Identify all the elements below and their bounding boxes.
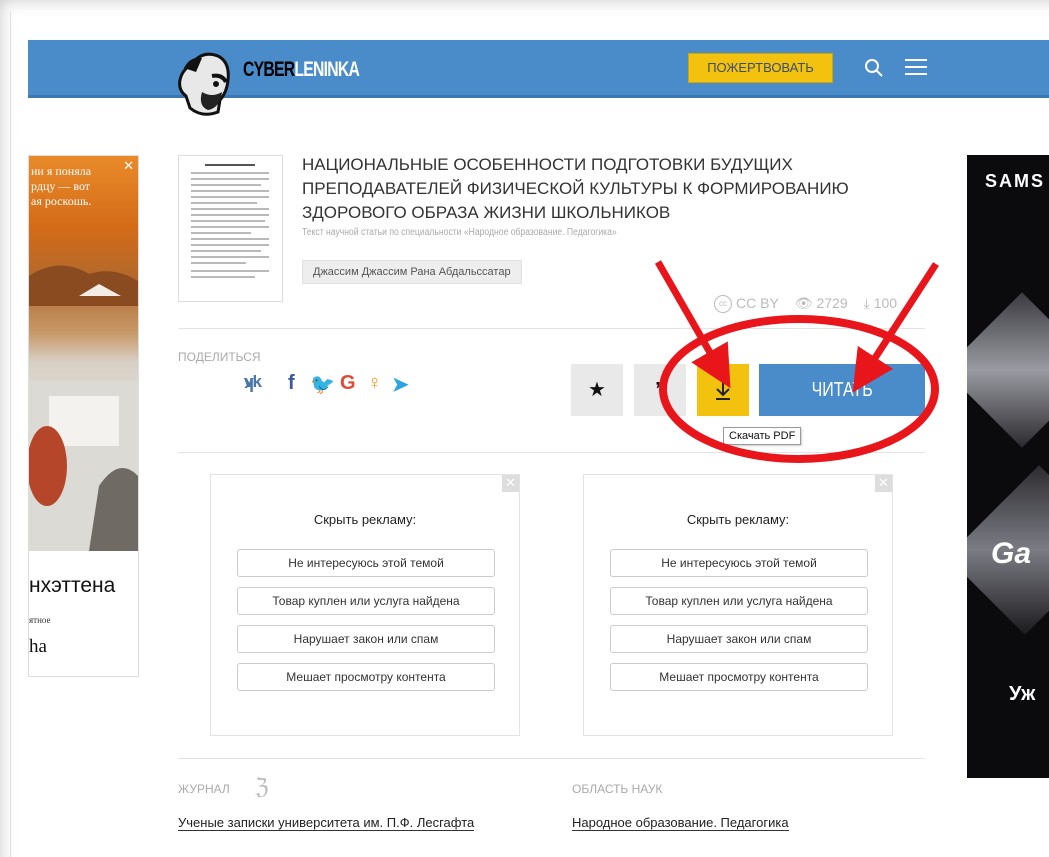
logo-part-leninka: LENINKA	[294, 58, 360, 81]
thumb-line	[191, 178, 269, 180]
odnoklassniki-icon[interactable]: ♀	[367, 372, 382, 395]
article-title: НАЦИОНАЛЬНЫЕ ОСОБЕННОСТИ ПОДГОТОВКИ БУДУ…	[302, 155, 849, 222]
download-count-icon: ⤓	[863, 295, 870, 311]
close-icon[interactable]: ✕	[502, 475, 519, 492]
arrow-to-read	[852, 262, 939, 393]
arrow-to-download	[654, 260, 731, 389]
donate-button[interactable]: ПОЖЕРТВОВАТЬ	[688, 53, 833, 83]
star-icon: ★	[588, 379, 606, 401]
ad-text-line: ии я поняла	[31, 164, 92, 178]
thumb-line	[191, 196, 269, 198]
thumb-line	[191, 202, 257, 204]
article-thumbnail[interactable]	[178, 155, 283, 302]
ad-brand: SAMS	[985, 171, 1046, 191]
ad-photo: ии я поняла рдцу — вот ая роскошь.	[29, 156, 138, 551]
ad-brand-text: ha	[29, 636, 47, 657]
eye-icon: 👁	[794, 295, 813, 311]
ad-close-icon[interactable]: ✕	[123, 158, 134, 174]
hide-ad-heading: Скрыть рекламу:	[313, 512, 417, 527]
divider	[178, 758, 925, 759]
article-subject: Текст научной статьи по специальности «Н…	[302, 227, 617, 238]
divider	[178, 452, 925, 453]
author-tag[interactable]: Джассим Джассим Рана Абдальссатар	[302, 260, 522, 284]
share-label: ПОДЕЛИТЬСЯ	[178, 350, 261, 364]
hide-ad-option[interactable]: Нарушает закон или спам	[237, 625, 495, 653]
journal-link[interactable]: Ученые записки университета им. П.Ф. Лес…	[178, 815, 475, 831]
thumb-line	[191, 184, 261, 186]
thumb-line	[191, 250, 261, 252]
telegram-icon[interactable]: ➤	[392, 372, 409, 397]
google-icon[interactable]: G	[340, 372, 356, 395]
cite-button[interactable]: ”	[634, 364, 686, 416]
hide-ad-option[interactable]: Товар куплен или услуга найдена	[237, 587, 495, 615]
field-link[interactable]: Народное образование. Педагогика	[572, 815, 789, 831]
hide-ad-option[interactable]: Нарушает закон или спам	[610, 625, 868, 653]
hide-ad-option[interactable]: Товар куплен или услуга найдена	[610, 587, 868, 615]
logo-part-cyber: CYBER	[243, 58, 295, 81]
hide-ad-option[interactable]: Не интересуюсь этой темой	[237, 549, 495, 577]
thumb-line	[191, 220, 265, 222]
right-banner-ad[interactable]: SAMS Ga Уж	[967, 155, 1049, 778]
ad-headline: Ga	[991, 537, 1032, 570]
views-count: 2729	[816, 295, 848, 311]
field-label: ОБЛАСТЬ НАУК	[572, 782, 663, 796]
thumb-line	[191, 208, 269, 210]
ad-graphic	[967, 292, 1049, 448]
left-banner-ad[interactable]: ии я поняла рдцу — вот ая роскошь. ✕ нхэ…	[28, 155, 139, 677]
downloads-count: 100	[873, 295, 898, 311]
hide-ad-option[interactable]: Мешает просмотру контента	[610, 663, 868, 691]
ad-bottom-text: Уж	[1009, 683, 1036, 705]
thumb-line	[205, 164, 255, 166]
ad-big-text: нхэттена	[29, 574, 116, 597]
thumb-line	[191, 232, 251, 234]
hide-ad-option[interactable]: Не интересуюсь этой темой	[610, 549, 868, 577]
ad-text-line: ая роскошь.	[31, 194, 92, 208]
hamburger-menu-icon[interactable]	[905, 58, 927, 76]
close-icon[interactable]: ✕	[875, 475, 892, 492]
divider	[178, 328, 925, 329]
thumb-line	[191, 238, 269, 240]
cc-license-icon[interactable]: cc	[714, 295, 732, 314]
hidden-ad-panel: ✕ Скрыть рекламу: Не интересуюсь этой те…	[583, 474, 893, 736]
ad-small-text: ятное	[29, 615, 51, 625]
thumb-line	[191, 190, 269, 192]
lenin-logo-icon[interactable]	[172, 46, 238, 118]
read-button-label: ЧИТАТЬ	[811, 379, 873, 401]
thumb-line	[191, 276, 255, 278]
hidden-ad-panel: ✕ Скрыть рекламу: Не интересуюсь этой те…	[210, 474, 520, 736]
read-button[interactable]: ЧИТАТЬ	[759, 364, 925, 416]
page-left-border	[10, 12, 11, 857]
ad-text-line: рдцу — вот	[31, 179, 91, 193]
site-logo[interactable]: CYBERLENINKA	[243, 58, 360, 82]
hide-ad-heading: Скрыть рекламу:	[686, 512, 790, 527]
hide-ad-option[interactable]: Мешает просмотру контента	[237, 663, 495, 691]
quote-icon: ”	[655, 379, 665, 401]
thumb-line	[191, 214, 269, 216]
facebook-icon[interactable]: f	[288, 372, 295, 395]
search-icon[interactable]	[864, 58, 884, 78]
article-stats: cc CC BY 👁 2729 ⤓ 100	[714, 295, 909, 314]
favorite-button[interactable]: ★	[571, 364, 623, 416]
thumb-line	[191, 244, 269, 246]
journal-label: ЖУРНАЛ	[178, 782, 230, 796]
twitter-icon[interactable]: 🐦	[310, 372, 335, 397]
download-pdf-tooltip: Скачать PDF	[723, 427, 802, 445]
vk-icon-text: vk	[244, 372, 262, 391]
thumb-line	[191, 262, 246, 264]
thumb-line	[191, 270, 269, 272]
thumb-line	[191, 172, 269, 174]
thumb-line	[191, 226, 269, 228]
download-icon	[716, 381, 730, 400]
download-pdf-button[interactable]	[697, 364, 749, 416]
thumb-line	[191, 256, 269, 258]
journal-logo-icon: ℨ	[255, 774, 269, 799]
license-label[interactable]: CC BY	[736, 295, 779, 311]
